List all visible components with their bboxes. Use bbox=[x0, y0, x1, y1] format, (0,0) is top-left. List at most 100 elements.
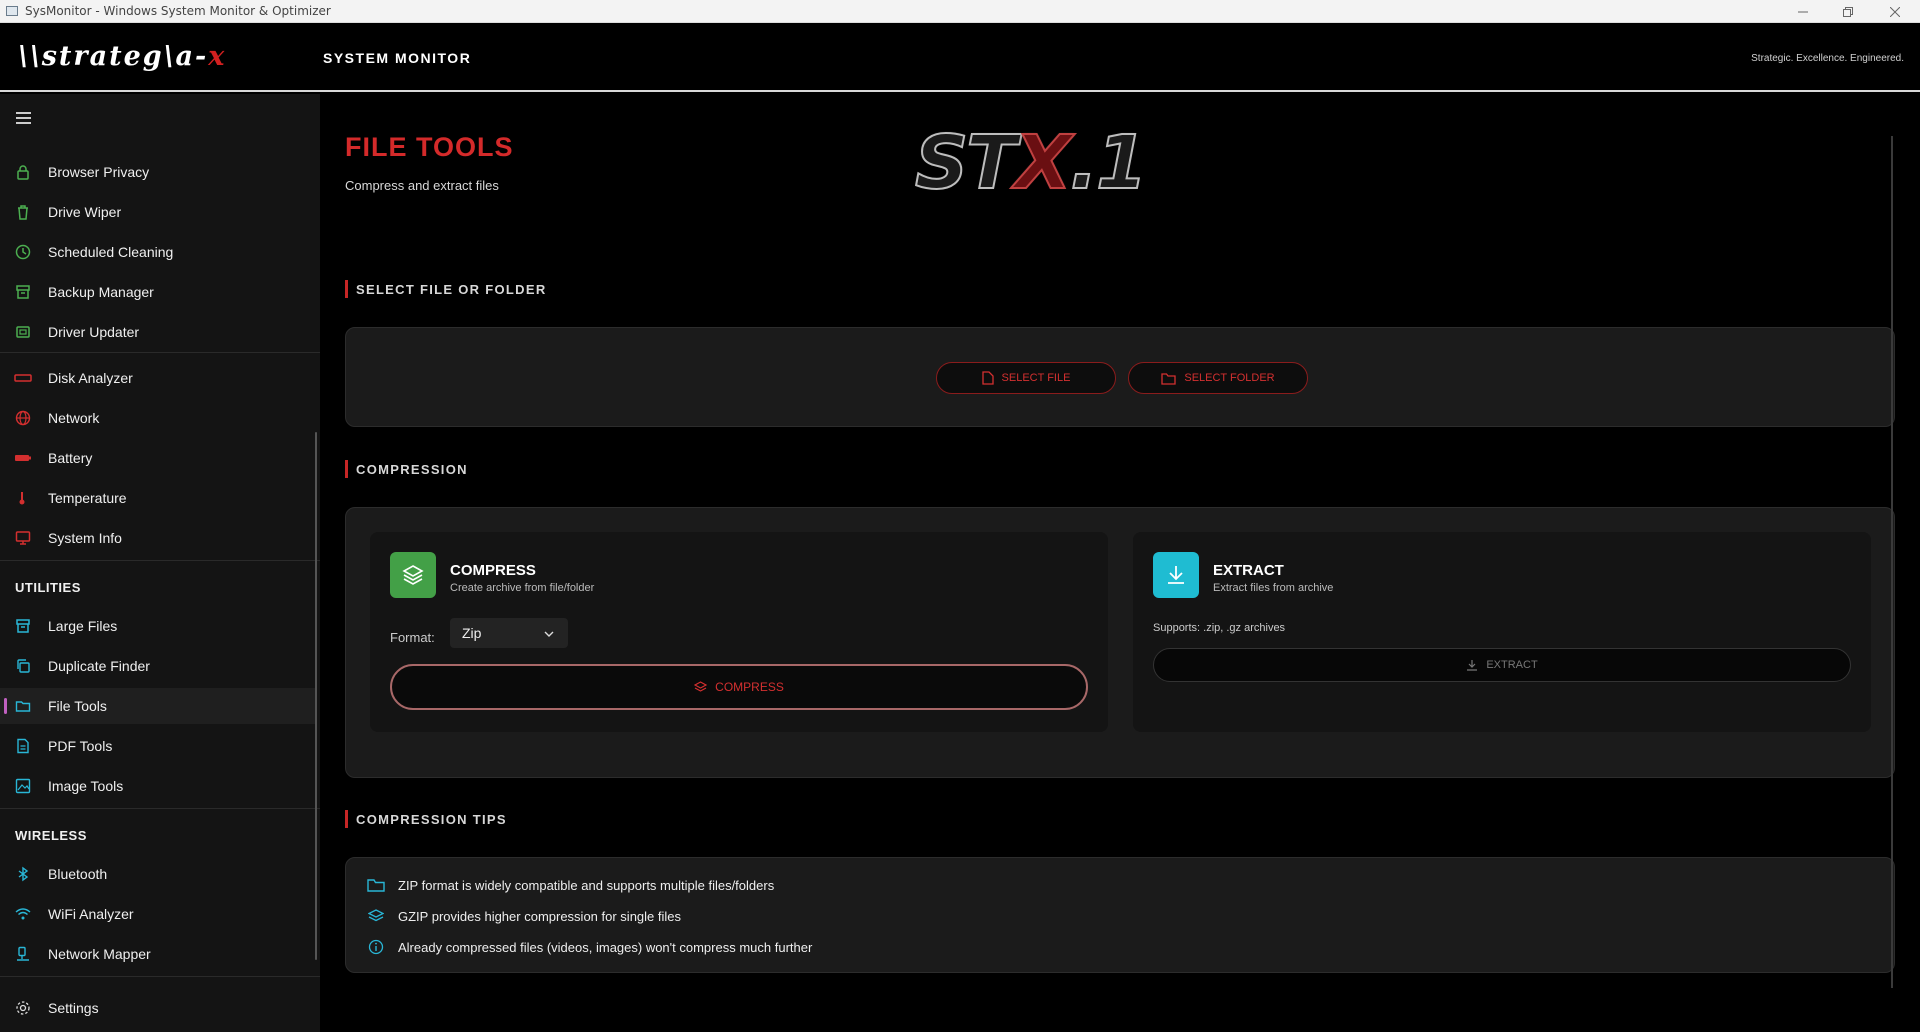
compress-title: COMPRESS bbox=[450, 562, 536, 579]
sidebar-item-label: Browser Privacy bbox=[48, 164, 150, 180]
main-content: FILE TOOLS Compress and extract files ST… bbox=[320, 94, 1920, 1032]
sidebar-item-wifi-analyzer[interactable]: WiFi Analyzer bbox=[0, 896, 316, 932]
thermometer-icon bbox=[14, 489, 32, 507]
battery-icon bbox=[14, 449, 32, 467]
sidebar-scrollbar[interactable] bbox=[315, 432, 317, 960]
sidebar-item-label: Driver Updater bbox=[48, 324, 140, 340]
restore-icon bbox=[1842, 6, 1853, 17]
sidebar-item-drive-wiper[interactable]: Drive Wiper bbox=[0, 194, 316, 230]
sidebar-item-label: Battery bbox=[48, 450, 93, 466]
sidebar-item-battery[interactable]: Battery bbox=[0, 440, 316, 476]
page-subtitle: Compress and extract files bbox=[345, 178, 499, 193]
folder-icon bbox=[14, 697, 32, 715]
bluetooth-icon bbox=[14, 865, 32, 883]
sidebar-item-scheduled-cleaning[interactable]: Scheduled Cleaning bbox=[0, 234, 316, 270]
download-icon bbox=[1153, 552, 1199, 598]
layers-icon bbox=[694, 680, 708, 694]
sidebar-item-label: Large Files bbox=[48, 618, 118, 634]
sidebar-item-temperature[interactable]: Temperature bbox=[0, 480, 316, 516]
sidebar-item-label: Settings bbox=[48, 1000, 99, 1016]
sidebar-item-file-tools[interactable]: File Tools bbox=[0, 688, 316, 724]
sidebar-item-image-tools[interactable]: Image Tools bbox=[0, 768, 316, 804]
select-folder-button[interactable]: SELECT FOLDER bbox=[1128, 362, 1308, 394]
sidebar-item-label: System Info bbox=[48, 530, 122, 546]
sidebar-item-driver-updater[interactable]: Driver Updater bbox=[0, 314, 316, 350]
sidebar-item-system-info[interactable]: System Info bbox=[0, 520, 316, 556]
sidebar-divider bbox=[0, 976, 320, 977]
sidebar-divider bbox=[0, 352, 320, 353]
tip-item: ZIP format is widely compatible and supp… bbox=[366, 875, 774, 895]
clock-icon bbox=[14, 243, 32, 261]
sidebar-item-settings[interactable]: Settings bbox=[0, 990, 316, 1026]
sidebar-item-label: Image Tools bbox=[48, 778, 124, 794]
sidebar-item-duplicate-finder[interactable]: Duplicate Finder bbox=[0, 648, 316, 684]
sidebar-item-pdf-tools[interactable]: PDF Tools bbox=[0, 728, 316, 764]
app-header: \\strateg\a-x SYSTEM MONITOR Strategic. … bbox=[0, 23, 1920, 92]
globe-icon bbox=[14, 409, 32, 427]
main-scrollbar[interactable] bbox=[1891, 136, 1893, 988]
image-icon bbox=[14, 777, 32, 795]
folder-icon bbox=[366, 878, 386, 893]
monitor-icon bbox=[14, 529, 32, 547]
sidebar-item-disk-analyzer[interactable]: Disk Analyzer bbox=[0, 360, 316, 396]
sidebar-divider bbox=[0, 560, 320, 561]
minimize-icon bbox=[1797, 11, 1808, 12]
format-select[interactable]: Zip bbox=[450, 618, 568, 648]
sidebar-item-label: Temperature bbox=[48, 490, 127, 506]
sidebar-item-label: Disk Analyzer bbox=[48, 370, 133, 386]
chip-icon bbox=[14, 323, 32, 341]
sidebar-item-label: PDF Tools bbox=[48, 738, 113, 754]
layers-icon bbox=[390, 552, 436, 598]
close-button[interactable] bbox=[1872, 0, 1917, 23]
compress-button[interactable]: COMPRESS bbox=[390, 664, 1088, 710]
gear-icon bbox=[14, 999, 32, 1017]
select-file-button[interactable]: SELECT FILE bbox=[936, 362, 1116, 394]
hamburger-menu-icon[interactable] bbox=[16, 112, 31, 124]
trash-icon bbox=[14, 203, 32, 221]
close-icon bbox=[1889, 6, 1900, 17]
lock-icon bbox=[14, 163, 32, 181]
sidebar-item-bluetooth[interactable]: Bluetooth bbox=[0, 856, 316, 892]
section-heading-compression: COMPRESSION bbox=[345, 460, 468, 478]
archive-icon bbox=[14, 617, 32, 635]
page-title: FILE TOOLS bbox=[345, 132, 514, 162]
tips-panel: ZIP format is widely compatible and supp… bbox=[345, 857, 1895, 973]
sidebar-item-label: Duplicate Finder bbox=[48, 658, 150, 674]
extract-subtitle: Extract files from archive bbox=[1213, 582, 1334, 594]
sidebar-section-utilities: UTILITIES bbox=[15, 580, 81, 595]
app-title: SYSTEM MONITOR bbox=[323, 50, 472, 66]
sidebar-item-network[interactable]: Network bbox=[0, 400, 316, 436]
format-label: Format: bbox=[390, 630, 435, 645]
tagline: Strategic. Excellence. Engineered. bbox=[1751, 53, 1904, 64]
copy-icon bbox=[14, 657, 32, 675]
sidebar-item-network-mapper[interactable]: Network Mapper bbox=[0, 936, 316, 972]
download-icon bbox=[1466, 659, 1478, 671]
compress-card: COMPRESS Create archive from file/folder… bbox=[370, 532, 1108, 732]
sidebar-item-label: Scheduled Cleaning bbox=[48, 244, 174, 260]
extract-title: EXTRACT bbox=[1213, 562, 1284, 579]
minimize-button[interactable] bbox=[1780, 0, 1825, 23]
app-icon bbox=[6, 6, 18, 16]
document-icon bbox=[14, 737, 32, 755]
extract-card: EXTRACT Extract files from archive Suppo… bbox=[1133, 532, 1871, 732]
extract-button[interactable]: EXTRACT bbox=[1153, 648, 1851, 682]
tip-item: GZIP provides higher compression for sin… bbox=[366, 906, 681, 926]
window-titlebar: SysMonitor - Windows System Monitor & Op… bbox=[0, 0, 1920, 23]
sidebar-divider bbox=[0, 808, 320, 809]
disk-icon bbox=[14, 369, 32, 387]
archive-icon bbox=[14, 283, 32, 301]
sidebar-item-backup-manager[interactable]: Backup Manager bbox=[0, 274, 316, 310]
sidebar-item-label: Network bbox=[48, 410, 100, 426]
restore-button[interactable] bbox=[1825, 0, 1870, 23]
sidebar-item-browser-privacy[interactable]: Browser Privacy bbox=[0, 154, 316, 190]
compress-subtitle: Create archive from file/folder bbox=[450, 582, 595, 594]
select-panel: SELECT FILE SELECT FOLDER bbox=[345, 327, 1895, 427]
layers-icon bbox=[366, 908, 386, 924]
tip-item: Already compressed files (videos, images… bbox=[366, 937, 812, 957]
sidebar-item-large-files[interactable]: Large Files bbox=[0, 608, 316, 644]
file-icon bbox=[981, 371, 994, 385]
network-mapper-icon bbox=[14, 945, 32, 963]
brand-logo: STX.1 bbox=[914, 119, 1148, 207]
window-title: SysMonitor - Windows System Monitor & Op… bbox=[25, 4, 331, 18]
info-icon bbox=[366, 939, 386, 955]
